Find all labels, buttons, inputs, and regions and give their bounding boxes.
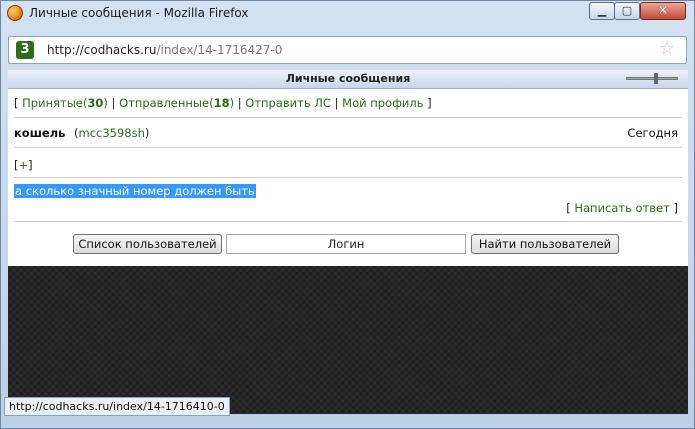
url-base: http://codhacks.ru: [47, 43, 157, 57]
nav-separator: |: [107, 96, 120, 110]
status-bar: http://codhacks.ru/index/14-1716410-0: [4, 397, 230, 416]
expand-control: [+]: [14, 158, 33, 172]
site-favicon[interactable]: 3: [16, 41, 34, 59]
divider: [14, 117, 682, 118]
divider: [14, 177, 682, 178]
panel-slider-track[interactable]: [626, 77, 678, 80]
page-content: Личные сообщения [ Принятые(30) | Отправ…: [8, 70, 688, 414]
title-bar: Личные сообщения - Mozilla Firefox ▁ ▢ ✕: [1, 1, 694, 27]
reply-control: [ Написать ответ ]: [566, 201, 678, 215]
firefox-icon: [7, 5, 23, 21]
nav-bracket-close: ]: [423, 96, 432, 110]
user-list-button[interactable]: Список пользователей: [73, 234, 222, 254]
maximize-button[interactable]: ▢: [614, 2, 640, 20]
nav-sent-label: Отправленные(: [119, 96, 214, 110]
reply-link[interactable]: Написать ответ: [574, 201, 669, 215]
panel-title: Личные сообщения: [285, 72, 411, 85]
login-search-input[interactable]: [226, 234, 466, 254]
window-title: Личные сообщения - Mozilla Firefox: [29, 6, 249, 20]
sender-login: (mcc3598sh): [74, 126, 149, 140]
close-button[interactable]: ✕: [640, 2, 686, 20]
address-bar[interactable]: 3 http://codhacks.ru/index/14-1716427-0 …: [8, 36, 687, 64]
nav-sent-link[interactable]: Отправленные(18): [119, 96, 234, 110]
divider: [14, 221, 682, 222]
nav-bracket-open: [: [14, 96, 23, 110]
minimize-button[interactable]: ▁: [589, 2, 615, 20]
nav-send-link[interactable]: Отправить ЛС: [245, 96, 331, 110]
divider: [14, 147, 682, 148]
panel-header: Личные сообщения: [8, 70, 688, 89]
url-path: /index/14-1716427-0: [156, 43, 283, 57]
messages-nav: [ Принятые(30) | Отправленные(18) | Отпр…: [14, 96, 432, 110]
find-users-button[interactable]: Найти пользователей: [471, 234, 619, 254]
nav-separator: |: [234, 96, 246, 110]
message-text: а сколько значный номер должен быть: [14, 184, 256, 198]
browser-window: Личные сообщения - Mozilla Firefox ▁ ▢ ✕…: [0, 0, 695, 429]
sender-name: кошель: [14, 126, 66, 140]
bookmark-star-icon[interactable]: ☆: [659, 39, 675, 59]
panel-slider-handle[interactable]: [654, 73, 658, 84]
reply-bracket-close: ]: [669, 201, 678, 215]
nav-sent-count: 18: [213, 96, 230, 110]
url-text[interactable]: http://codhacks.ru/index/14-1716427-0: [47, 43, 282, 57]
nav-inbox-link[interactable]: Принятые(30): [22, 96, 108, 110]
nav-inbox-count: 30: [87, 96, 104, 110]
expand-bracket-close: ]: [28, 158, 33, 172]
nav-inbox-label: Принятые(: [22, 96, 88, 110]
message-date: Сегодня: [627, 126, 678, 140]
expand-link[interactable]: +: [19, 158, 29, 172]
messages-panel: Личные сообщения [ Принятые(30) | Отправ…: [8, 70, 688, 266]
nav-profile-link[interactable]: Мой профиль: [342, 96, 423, 110]
sender-login-link[interactable]: mcc3598sh: [79, 126, 145, 140]
login-paren-close: ): [144, 126, 150, 140]
nav-separator: |: [330, 96, 343, 110]
